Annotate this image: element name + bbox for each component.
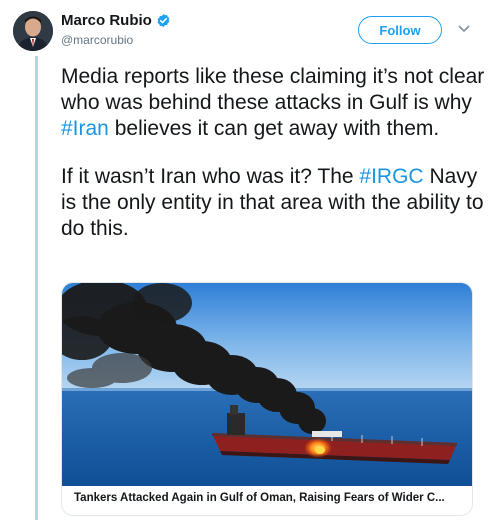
tweet-text-segment: If it wasn’t Iran who was it? The xyxy=(61,165,360,188)
card-image-burning-tanker xyxy=(62,283,472,486)
author-name-row[interactable]: Marco Rubio xyxy=(61,12,171,29)
chevron-down-icon[interactable] xyxy=(458,24,470,34)
avatar-image xyxy=(13,11,53,51)
avatar[interactable] xyxy=(13,11,53,51)
hashtag-iran-link[interactable]: #Iran xyxy=(61,117,109,140)
tweet-text-segment: believes it can get away with them. xyxy=(108,117,440,140)
tweet-text-segment: Media reports like these claiming it’s n… xyxy=(61,65,485,114)
tweet-paragraph-2: If it wasn’t Iran who was it? The #IRGC … xyxy=(61,164,486,242)
card-title[interactable]: Tankers Attacked Again in Gulf of Oman, … xyxy=(74,492,464,504)
hashtag-irgc-link[interactable]: #IRGC xyxy=(359,165,423,188)
follow-button[interactable]: Follow xyxy=(358,16,442,44)
tweet-paragraph-1: Media reports like these claiming it’s n… xyxy=(61,64,486,142)
verified-badge-icon xyxy=(157,13,170,28)
thread-line xyxy=(35,56,38,520)
link-preview-card[interactable]: Tankers Attacked Again in Gulf of Oman, … xyxy=(61,282,473,516)
author-handle[interactable]: @marcorubio xyxy=(61,33,133,47)
tweet-text: Media reports like these claiming it’s n… xyxy=(61,64,486,264)
author-name[interactable]: Marco Rubio xyxy=(61,12,152,29)
